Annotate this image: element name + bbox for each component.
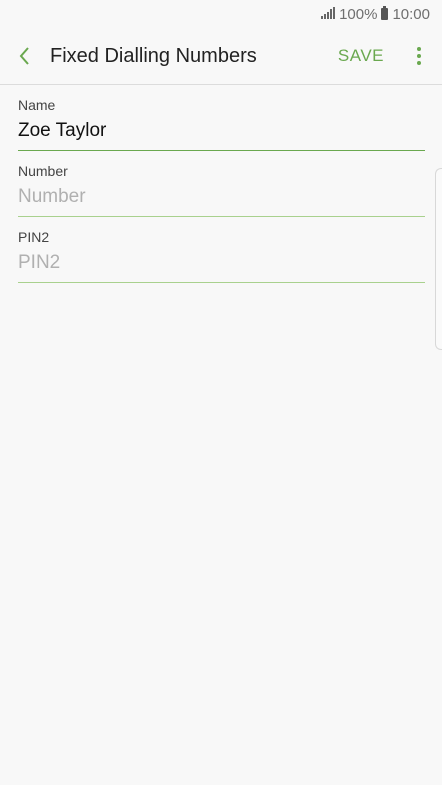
name-input[interactable] — [18, 114, 425, 151]
pin2-field-group: PIN2 — [18, 229, 425, 283]
status-bar: 100% 10:00 — [0, 0, 442, 28]
page-title: Fixed Dialling Numbers — [50, 44, 257, 67]
number-input[interactable] — [18, 180, 425, 217]
name-label: Name — [18, 97, 56, 113]
battery-percent: 100% — [339, 5, 378, 23]
clock: 10:00 — [392, 5, 430, 23]
pin2-label: PIN2 — [18, 229, 50, 245]
number-field-group: Number — [18, 163, 425, 217]
battery-icon — [381, 6, 389, 20]
edge-panel-handle[interactable] — [435, 168, 442, 350]
more-vertical-icon[interactable] — [404, 28, 434, 84]
back-arrow-icon[interactable] — [0, 28, 50, 84]
signal-icon — [321, 6, 336, 23]
pin2-input[interactable] — [18, 246, 425, 283]
fdn-form: Name Number PIN2 — [18, 85, 425, 283]
name-field-group: Name — [18, 97, 425, 151]
save-button[interactable]: SAVE — [338, 46, 384, 66]
number-label: Number — [18, 163, 68, 179]
app-bar: Fixed Dialling Numbers SAVE — [0, 28, 442, 85]
